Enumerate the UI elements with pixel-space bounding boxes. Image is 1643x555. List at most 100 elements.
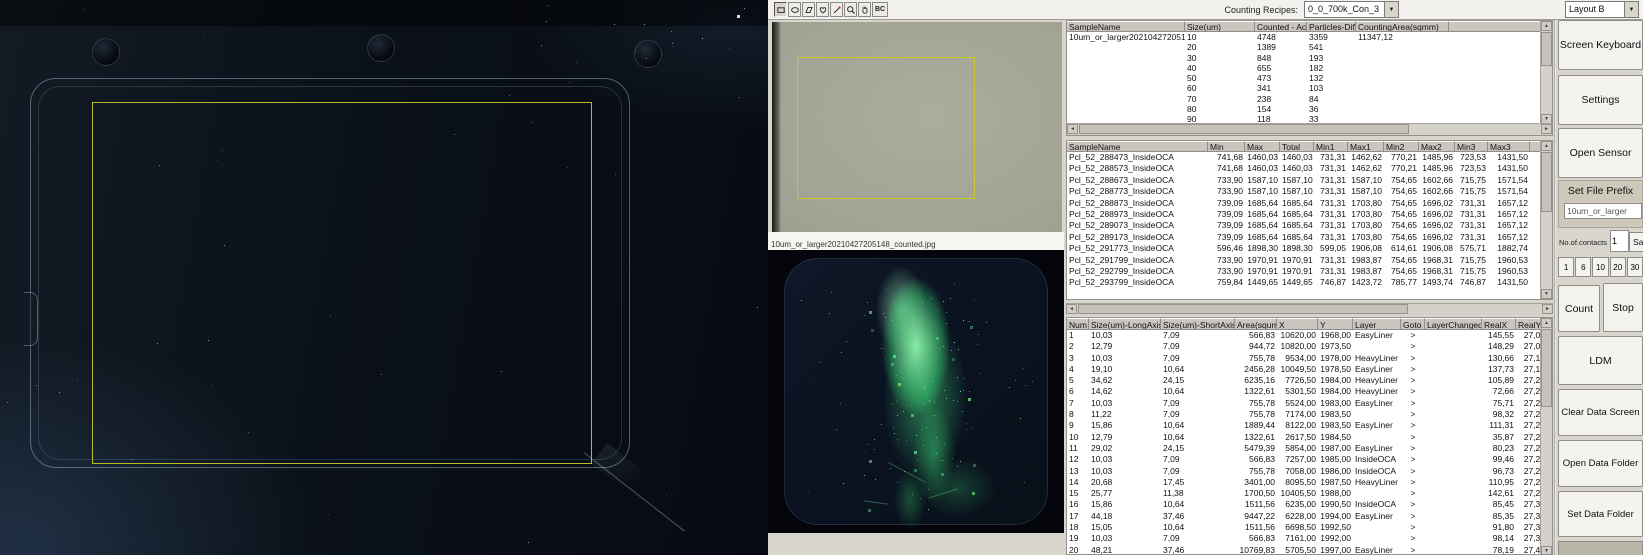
- table-row[interactable]: 1615,8610,641511,566235,001990,50InsideO…: [1067, 499, 1541, 510]
- contact-option-button[interactable]: 10: [1592, 257, 1608, 277]
- column-header[interactable]: Area(squm): [1235, 318, 1277, 330]
- chevron-down-icon[interactable]: ▼: [1624, 2, 1638, 17]
- stop-button[interactable]: Stop: [1603, 283, 1643, 332]
- polygon-roi-icon[interactable]: [802, 2, 815, 17]
- table-row[interactable]: 1525,7711,381700,5010405,501988,00>142,6…: [1067, 488, 1541, 499]
- scroll-down-icon[interactable]: ▼: [1541, 546, 1552, 555]
- t2-vertical-scrollbar[interactable]: ▲ ▼: [1540, 141, 1552, 299]
- set-data-folder-button[interactable]: Set Data Folder: [1558, 491, 1643, 537]
- settings-button[interactable]: Settings: [1558, 75, 1643, 125]
- open-sensor-button[interactable]: Open Sensor: [1558, 128, 1643, 178]
- column-header[interactable]: Min3: [1455, 141, 1488, 152]
- bc-button[interactable]: BC: [872, 2, 888, 17]
- contacts-input[interactable]: [1610, 230, 1629, 252]
- scroll-up-icon[interactable]: ▲: [1541, 21, 1552, 31]
- contact-option-button[interactable]: 1: [1558, 257, 1574, 277]
- table-row[interactable]: Pcl_52_288773_InsideOCA733,901587,101587…: [1067, 186, 1541, 197]
- column-header[interactable]: LayerChanged: [1425, 318, 1482, 330]
- table-row[interactable]: 1910,037,09566,837161,001992,00>98,1427,…: [1067, 533, 1541, 544]
- open-data-folder-button[interactable]: Open Data Folder: [1558, 440, 1643, 487]
- panel-camera-view[interactable]: [772, 22, 1062, 232]
- column-header[interactable]: Size(um): [1185, 21, 1255, 32]
- table-row[interactable]: Pcl_52_288673_InsideOCA733,901587,101587…: [1067, 175, 1541, 186]
- table-row[interactable]: 534,6224,156235,167726,501984,00HeavyLin…: [1067, 375, 1541, 386]
- contact-option-button[interactable]: 30: [1627, 257, 1643, 277]
- column-header[interactable]: Goto: [1401, 318, 1425, 330]
- column-header[interactable]: Y: [1318, 318, 1353, 330]
- clear-data-screen-button[interactable]: Clear Data Screen: [1558, 389, 1643, 436]
- table-row[interactable]: 1310,037,09755,787058,001986,00InsideOCA…: [1067, 466, 1541, 477]
- table-row[interactable]: 60341103: [1067, 83, 1541, 93]
- column-header[interactable]: Layer: [1353, 318, 1401, 330]
- table-row[interactable]: 10um_or_larger20210427205148104748335911…: [1067, 32, 1541, 42]
- ldm-button[interactable]: LDM: [1558, 336, 1643, 385]
- table-row[interactable]: 201389541: [1067, 42, 1541, 52]
- column-header[interactable]: Counted - Acc: [1255, 21, 1307, 32]
- table-row[interactable]: Pcl_52_291773_InsideOCA596,461898,301898…: [1067, 243, 1541, 254]
- scroll-right-icon[interactable]: ►: [1542, 304, 1553, 314]
- line-roi-icon[interactable]: [830, 2, 843, 17]
- column-header[interactable]: Min: [1208, 141, 1245, 152]
- column-header[interactable]: Num: [1067, 318, 1089, 330]
- column-header[interactable]: RealX: [1482, 318, 1516, 330]
- table-row[interactable]: 110,037,09566,8310620,001968,00EasyLiner…: [1067, 330, 1541, 341]
- column-header[interactable]: Min1: [1314, 141, 1348, 152]
- table-row[interactable]: 1012,7910,641322,612617,501984,50>35,872…: [1067, 432, 1541, 443]
- ellipse-roi-icon[interactable]: [788, 2, 801, 17]
- column-header[interactable]: CountingArea(sqmm): [1356, 21, 1449, 32]
- hand-pan-icon[interactable]: [858, 2, 871, 17]
- table-row[interactable]: 419,1010,642456,2810049,501978,50EasyLin…: [1067, 364, 1541, 375]
- column-header[interactable]: Min2: [1384, 141, 1419, 152]
- column-header[interactable]: Max2: [1419, 141, 1455, 152]
- table-row[interactable]: 50473132: [1067, 73, 1541, 83]
- table-row[interactable]: 7023884: [1067, 94, 1541, 104]
- layout-combobox[interactable]: Layout B ▼: [1565, 1, 1639, 18]
- rect-roi-icon[interactable]: [774, 2, 787, 17]
- column-header[interactable]: Max3: [1488, 141, 1530, 152]
- contact-option-button[interactable]: 6: [1575, 257, 1591, 277]
- t1-vertical-scrollbar[interactable]: ▲ ▼: [1540, 21, 1552, 124]
- scroll-down-icon[interactable]: ▼: [1541, 289, 1552, 299]
- table-row[interactable]: 30848193: [1067, 53, 1541, 63]
- table-row[interactable]: 1815,0510,641511,566698,501992,50>91,802…: [1067, 522, 1541, 533]
- table-row[interactable]: 2048,2137,4610769,835705,501997,00EasyLi…: [1067, 545, 1541, 555]
- t2-horizontal-scrollbar[interactable]: ◄ ►: [1066, 303, 1553, 315]
- column-header[interactable]: X: [1277, 318, 1318, 330]
- t3-vertical-scrollbar[interactable]: ▲ ▼: [1540, 318, 1552, 555]
- scroll-right-icon[interactable]: ►: [1541, 124, 1552, 134]
- table-row[interactable]: 310,037,09755,789534,001978,00HeavyLiner…: [1067, 353, 1541, 364]
- column-header[interactable]: Size(um)-LongAxis: [1089, 318, 1161, 330]
- chevron-down-icon[interactable]: ▼: [1384, 2, 1398, 17]
- column-header[interactable]: Total: [1280, 141, 1314, 152]
- table-row[interactable]: Pcl_52_289173_InsideOCA739,091685,641685…: [1067, 232, 1541, 243]
- count-button[interactable]: Count: [1558, 285, 1600, 332]
- table-row[interactable]: 212,797,09944,7210820,001973,50>148,2927…: [1067, 341, 1541, 352]
- scroll-left-icon[interactable]: ◄: [1067, 124, 1078, 134]
- table-row[interactable]: 1129,0224,155479,395854,001987,00EasyLin…: [1067, 443, 1541, 454]
- table-row[interactable]: 710,037,09755,785524,001983,00EasyLiner>…: [1067, 398, 1541, 409]
- clipped-bottom-button[interactable]: [1558, 541, 1643, 555]
- table-row[interactable]: 1744,1837,469447,226228,001994,00EasyLin…: [1067, 511, 1541, 522]
- table-row[interactable]: Pcl_52_288473_InsideOCA741,681460,031460…: [1067, 152, 1541, 163]
- column-header[interactable]: Particles-Diff: [1307, 21, 1356, 32]
- table-row[interactable]: Pcl_52_288873_InsideOCA739,091685,641685…: [1067, 198, 1541, 209]
- recipe-combobox[interactable]: 0_0_700k_Con_3 ▼: [1304, 1, 1399, 18]
- column-header[interactable]: Max: [1245, 141, 1280, 152]
- table-row[interactable]: Pcl_52_288973_InsideOCA739,091685,641685…: [1067, 209, 1541, 220]
- table-row[interactable]: Pcl_52_293799_InsideOCA759,841449,651449…: [1067, 277, 1541, 288]
- table-row[interactable]: 1420,6817,453401,008095,501987,50HeavyLi…: [1067, 477, 1541, 488]
- table-row[interactable]: 614,6210,641322,615301,501984,00HeavyLin…: [1067, 386, 1541, 397]
- panel-counted-image[interactable]: [768, 250, 1064, 533]
- column-header[interactable]: SampleName: [1067, 21, 1185, 32]
- t1-horizontal-scrollbar[interactable]: ◄ ►: [1067, 123, 1552, 135]
- scroll-up-icon[interactable]: ▲: [1541, 318, 1552, 328]
- table-row[interactable]: Pcl_52_292799_InsideOCA733,901970,911970…: [1067, 266, 1541, 277]
- column-header[interactable]: RealY: [1516, 318, 1541, 330]
- table-row[interactable]: 811,227,09755,787174,001983,50>98,3227,2…: [1067, 409, 1541, 420]
- magnifier-icon[interactable]: [844, 2, 857, 17]
- column-header[interactable]: SampleName: [1067, 141, 1208, 152]
- scroll-up-icon[interactable]: ▲: [1541, 141, 1552, 151]
- table-row[interactable]: 1210,037,09566,837257,001985,00InsideOCA…: [1067, 454, 1541, 465]
- contact-option-button[interactable]: 20: [1610, 257, 1626, 277]
- table-row[interactable]: 8015436: [1067, 104, 1541, 114]
